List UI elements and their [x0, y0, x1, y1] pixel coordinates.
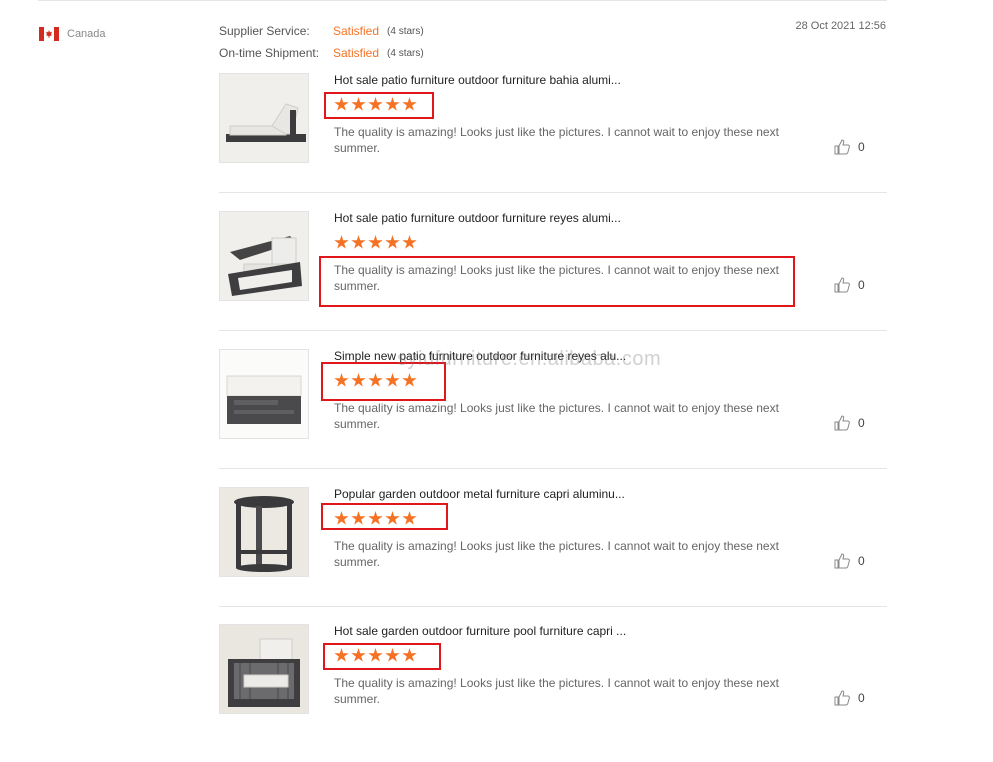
review-divider — [219, 468, 887, 469]
rating-value: Satisfied — [333, 24, 380, 38]
thumbs-up-icon — [834, 139, 850, 155]
like-button[interactable]: 0 — [834, 690, 865, 706]
product-title-link[interactable]: Hot sale patio furniture outdoor furnitu… — [334, 73, 621, 87]
like-button[interactable]: 0 — [834, 415, 865, 431]
like-count: 0 — [858, 278, 865, 292]
review-item: Hot sale garden outdoor furniture pool f… — [219, 624, 887, 762]
product-title-link[interactable]: Hot sale garden outdoor furniture pool f… — [334, 624, 626, 638]
rating-value: Satisfied — [333, 46, 380, 60]
review-text: The quality is amazing! Looks just like … — [334, 401, 779, 431]
thumbs-up-icon — [834, 415, 850, 431]
product-thumbnail[interactable] — [219, 73, 309, 163]
highlight-box-stars-4 — [321, 503, 448, 530]
review-divider — [219, 330, 887, 331]
review-star-rating — [334, 235, 417, 250]
rating-row-supplier-service: Supplier Service: Satisfied (4 stars) — [219, 20, 424, 42]
rating-row-on-time-shipment: On-time Shipment: Satisfied (4 stars) — [219, 42, 424, 64]
review-divider — [219, 606, 887, 607]
review-item: Popular garden outdoor metal furniture c… — [219, 487, 887, 625]
like-count: 0 — [858, 554, 865, 568]
like-button[interactable]: 0 — [834, 139, 865, 155]
like-count: 0 — [858, 140, 865, 154]
country-name: Canada — [67, 28, 106, 40]
review-item: Hot sale patio furniture outdoor furnitu… — [219, 73, 887, 211]
canada-flag-icon — [39, 27, 59, 41]
product-thumbnail[interactable] — [219, 624, 309, 714]
review-divider — [219, 192, 887, 193]
reviewer-country: Canada — [39, 27, 106, 41]
thumbs-up-icon — [834, 553, 850, 569]
review-text: The quality is amazing! Looks just like … — [334, 125, 779, 155]
star-icon — [402, 235, 417, 249]
top-divider — [38, 0, 887, 1]
product-thumbnail[interactable] — [219, 211, 309, 301]
supplier-ratings: Supplier Service: Satisfied (4 stars) On… — [219, 20, 424, 64]
thumbs-up-icon — [834, 690, 850, 706]
star-icon — [334, 235, 349, 249]
product-title-link[interactable]: Hot sale patio furniture outdoor furnitu… — [334, 211, 621, 225]
rating-stars-text: (4 stars) — [387, 47, 424, 59]
star-icon — [351, 235, 366, 249]
like-button[interactable]: 0 — [834, 553, 865, 569]
highlight-box-stars-1 — [324, 92, 434, 119]
highlight-box-stars-5 — [323, 643, 441, 670]
rating-label: Supplier Service: — [219, 24, 310, 38]
product-title-link[interactable]: Popular garden outdoor metal furniture c… — [334, 487, 625, 501]
watermark: syiufurniture.en.alibaba.com — [397, 348, 662, 370]
like-count: 0 — [858, 416, 865, 430]
like-count: 0 — [858, 691, 865, 705]
star-icon — [385, 235, 400, 249]
product-thumbnail[interactable] — [219, 487, 309, 577]
thumbs-up-icon — [834, 277, 850, 293]
rating-stars-text: (4 stars) — [387, 25, 424, 37]
like-button[interactable]: 0 — [834, 277, 865, 293]
product-thumbnail[interactable] — [219, 349, 309, 439]
highlight-box-review-text-2 — [319, 256, 795, 307]
review-date: 28 Oct 2021 12:56 — [795, 20, 886, 32]
rating-label: On-time Shipment: — [219, 46, 320, 60]
review-text: The quality is amazing! Looks just like … — [334, 539, 779, 569]
star-icon — [368, 235, 383, 249]
review-text: The quality is amazing! Looks just like … — [334, 676, 779, 706]
